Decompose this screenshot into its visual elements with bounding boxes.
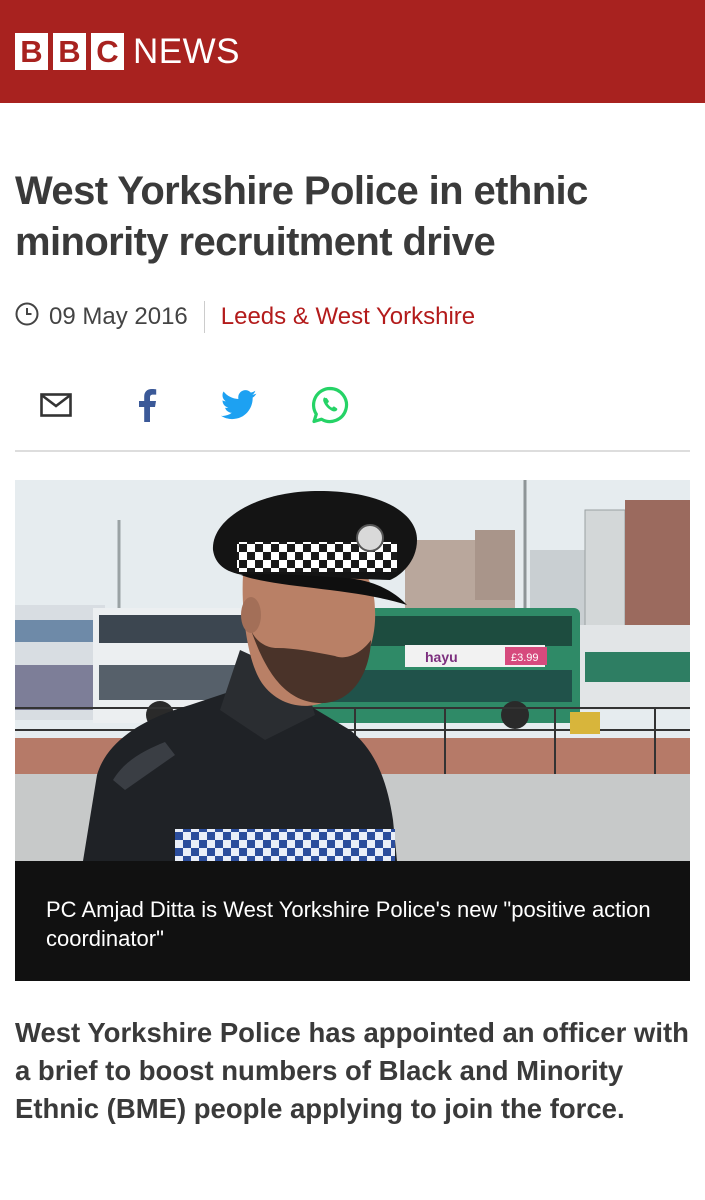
article-date: 09 May 2016 [49,303,188,330]
clock-icon [15,302,39,326]
share-email-button[interactable] [33,382,79,428]
article-headline: West Yorkshire Police in ethnic minority… [15,169,588,264]
bbc-news-logo[interactable]: B B C NEWS [15,31,240,71]
bus-ad-price: £3.99 [511,652,539,664]
section-link[interactable]: Leeds & West Yorkshire [221,303,475,331]
meta-separator [203,301,205,333]
article-hero-image: hayu £3.99 [15,480,690,861]
facebook-icon [139,389,157,422]
logo-letter-c: C [91,33,124,70]
share-tools [15,382,690,428]
image-caption: PC Amjad Ditta is West Yorkshire Police'… [15,861,690,981]
logo-letter-b2: B [53,33,86,70]
article-summary: West Yorkshire Police has appointed an o… [15,1017,689,1124]
share-divider [15,450,690,452]
whatsapp-icon [311,386,349,424]
article-meta: 09 May 2016 Leeds & West Yorkshire [15,300,475,334]
masthead: B B C NEWS [0,0,705,103]
share-facebook-button[interactable] [124,382,170,428]
share-whatsapp-button[interactable] [307,382,353,428]
logo-news-wordmark: NEWS [133,31,240,71]
email-icon [40,393,72,417]
bus-ad-text: hayu [425,649,458,665]
logo-letter-b1: B [15,33,48,70]
hero-illustration: hayu £3.99 [15,480,690,861]
share-twitter-button[interactable] [216,382,262,428]
twitter-icon [221,390,257,420]
